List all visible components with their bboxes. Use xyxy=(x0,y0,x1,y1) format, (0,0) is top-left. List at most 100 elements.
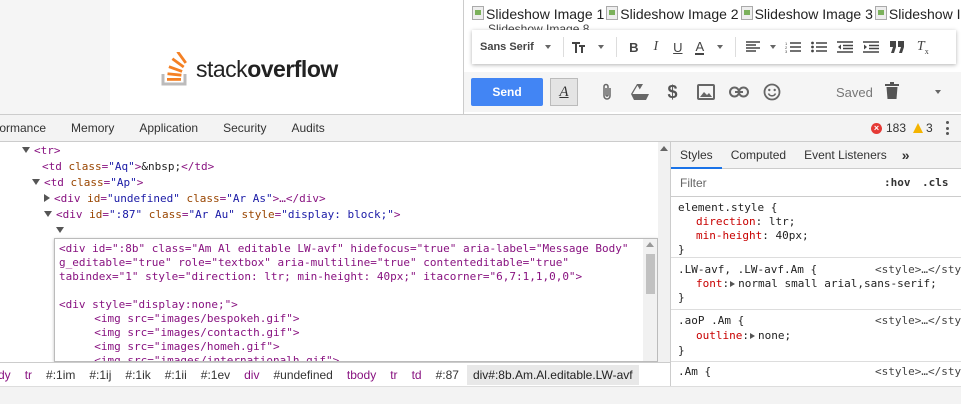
tab-styles[interactable]: Styles xyxy=(671,142,722,169)
dom-node-div-undefined[interactable]: <div id="undefined" class="Ar As">…</div… xyxy=(44,191,326,207)
expand-shorthand-icon[interactable] xyxy=(749,333,755,339)
style-rule-am[interactable]: .Am { <style>…</sty xyxy=(671,363,961,386)
editor-line[interactable]: <img src="images/internationalh.gif"> xyxy=(81,354,339,361)
google-drive-button[interactable] xyxy=(623,78,656,106)
breadcrumb-item[interactable]: dy xyxy=(0,368,11,382)
editor-line[interactable]: <img src="images/homeh.gif"> xyxy=(81,340,279,354)
elements-dom-tree[interactable]: <tr> <td class="Aq">&nbsp;</td> <td clas… xyxy=(0,142,670,362)
style-rule-lw-avf[interactable]: .LW-avf, .LW-avf.Am { <style>…</sty font… xyxy=(671,259,961,310)
collapse-toggle-icon[interactable] xyxy=(44,194,50,202)
rule-source-link[interactable]: <style>…</sty xyxy=(875,313,961,328)
breadcrumb-item[interactable]: #:1ii xyxy=(165,368,187,382)
breadcrumb-item-selected[interactable]: div#:8b.Am.Al.editable.LW-avf xyxy=(466,364,639,385)
text-color-dropdown-icon[interactable] xyxy=(716,45,723,49)
dollar-icon: $ xyxy=(667,81,678,102)
tab-application[interactable]: Application xyxy=(139,121,198,135)
style-rule-element[interactable]: element.style { direction: ltr; min-heig… xyxy=(671,197,961,258)
breadcrumb-item[interactable]: #:1ev xyxy=(201,368,230,382)
dom-node-td-aq[interactable]: <td class="Aq">&nbsp;</td> xyxy=(42,159,214,175)
scrollbar-thumb[interactable] xyxy=(646,254,655,294)
indent-less-button[interactable] xyxy=(834,35,856,59)
formatting-options-toggle[interactable]: A xyxy=(550,78,578,106)
editor-line[interactable]: <img src="images/bespokeh.gif"> xyxy=(81,312,299,326)
quote-button[interactable] xyxy=(886,35,908,59)
bold-button[interactable]: B xyxy=(623,35,645,59)
expand-toggle-icon[interactable] xyxy=(32,179,40,185)
dom-node-tr[interactable]: <tr> xyxy=(22,143,61,159)
property-value: normal small arial,sans-serif; xyxy=(738,277,937,290)
style-declaration[interactable]: direction: ltr; xyxy=(696,214,795,229)
font-size-dropdown-icon[interactable] xyxy=(597,45,604,49)
rule-source-link[interactable]: <style>…</sty xyxy=(875,364,961,379)
elements-scrollbar[interactable] xyxy=(658,142,670,362)
editor-line[interactable]: g_editable="true" role="textbox" aria-mu… xyxy=(59,256,569,270)
tab-event-listeners[interactable]: Event Listeners xyxy=(795,142,896,169)
align-dropdown-icon[interactable] xyxy=(769,45,776,49)
italic-button[interactable]: I xyxy=(645,35,667,59)
devtools-menu-icon[interactable] xyxy=(946,121,950,135)
tab-security[interactable]: Security xyxy=(223,121,266,135)
indent-more-button[interactable] xyxy=(860,35,882,59)
scroll-up-icon[interactable] xyxy=(646,242,654,247)
more-tabs-chevron-icon[interactable]: » xyxy=(896,147,910,163)
class-toggle[interactable]: .cls xyxy=(922,176,949,189)
rule-source-link[interactable]: <style>…</sty xyxy=(875,262,961,277)
breadcrumb-item[interactable]: tbody xyxy=(347,368,376,382)
underline-button[interactable]: U xyxy=(667,35,689,59)
editor-line[interactable]: <div style="display:none;"> xyxy=(59,298,238,312)
insert-emoji-button[interactable] xyxy=(755,78,788,106)
dom-node-td-ap[interactable]: <td class="Ap"> xyxy=(32,175,143,191)
font-family-dropdown-icon[interactable] xyxy=(544,45,551,49)
style-declaration[interactable]: min-height: 40px; xyxy=(696,228,809,243)
breadcrumb-item[interactable]: div xyxy=(244,368,259,382)
expand-toggle-icon[interactable] xyxy=(22,147,30,153)
breadcrumb-item[interactable]: #:1ij xyxy=(89,368,111,382)
bulleted-list-button[interactable] xyxy=(808,35,830,59)
breadcrumb-item[interactable]: tr xyxy=(25,368,32,382)
editor-line[interactable]: <div id=":8b" class="Am Al editable LW-a… xyxy=(59,242,629,256)
editor-line[interactable]: <img src="images/contacth.gif"> xyxy=(81,326,299,340)
font-size-button[interactable] xyxy=(570,35,592,59)
attach-files-button[interactable] xyxy=(590,78,623,106)
align-button[interactable] xyxy=(742,35,764,59)
expand-toggle-icon[interactable] xyxy=(44,211,52,217)
stackoverflow-logo[interactable]: stackoverflow xyxy=(160,52,338,86)
insert-link-button[interactable] xyxy=(722,78,755,106)
warning-count: 3 xyxy=(926,121,933,135)
breadcrumb-item[interactable]: tr xyxy=(390,368,397,382)
style-declaration[interactable]: font: normal small arial,sans-serif; xyxy=(696,276,937,291)
send-money-button[interactable]: $ xyxy=(656,78,689,106)
style-rule-aop-am[interactable]: .aoP .Am { <style>…</sty outline: none; } xyxy=(671,311,961,362)
breadcrumb-item[interactable]: #:1ik xyxy=(125,368,150,382)
numbered-list-button[interactable]: 123 xyxy=(782,35,804,59)
edit-as-html-editor[interactable]: <div id=":8b" class="Am Al editable LW-a… xyxy=(54,238,658,362)
send-button[interactable]: Send xyxy=(471,78,543,106)
tab-computed[interactable]: Computed xyxy=(722,142,795,169)
editor-scrollbar[interactable] xyxy=(643,239,657,361)
tab-memory[interactable]: Memory xyxy=(71,121,114,135)
expand-shorthand-icon[interactable] xyxy=(730,281,736,287)
tab-performance[interactable]: formance xyxy=(0,121,46,135)
rule-selector: element.style { xyxy=(678,201,778,214)
breadcrumb-item[interactable]: td xyxy=(412,368,422,382)
editor-line[interactable]: tabindex="1" style="direction: ltr; min-… xyxy=(59,270,582,284)
dom-node-div-87[interactable]: <div id=":87" class="Ar Au" style="displ… xyxy=(44,207,400,223)
expand-toggle-icon[interactable] xyxy=(56,227,64,233)
remove-formatting-button[interactable]: Tx xyxy=(912,35,934,59)
tab-audits[interactable]: Audits xyxy=(291,121,324,135)
style-declaration[interactable]: outline: none; xyxy=(696,328,791,343)
breadcrumb-item[interactable]: #:1im xyxy=(46,368,75,382)
scroll-up-icon[interactable] xyxy=(660,146,668,151)
breadcrumb-item[interactable]: #undefined xyxy=(273,368,332,382)
dom-node-div-8b-toggle[interactable] xyxy=(56,223,68,239)
text-color-button[interactable]: A xyxy=(689,35,711,59)
styles-filter-input[interactable] xyxy=(676,173,874,193)
discard-draft-button[interactable] xyxy=(884,82,899,102)
insert-photo-button[interactable] xyxy=(689,78,722,106)
breadcrumb-item[interactable]: #:87 xyxy=(436,368,459,382)
hover-state-toggle[interactable]: :hov xyxy=(884,176,911,189)
console-issue-counts[interactable]: × 183 3 xyxy=(871,121,933,135)
slide-alt-text: Slideshow Image 2 xyxy=(620,6,739,22)
more-options-dropdown-icon[interactable] xyxy=(934,90,941,94)
font-family-select[interactable]: Sans Serif xyxy=(480,41,534,53)
